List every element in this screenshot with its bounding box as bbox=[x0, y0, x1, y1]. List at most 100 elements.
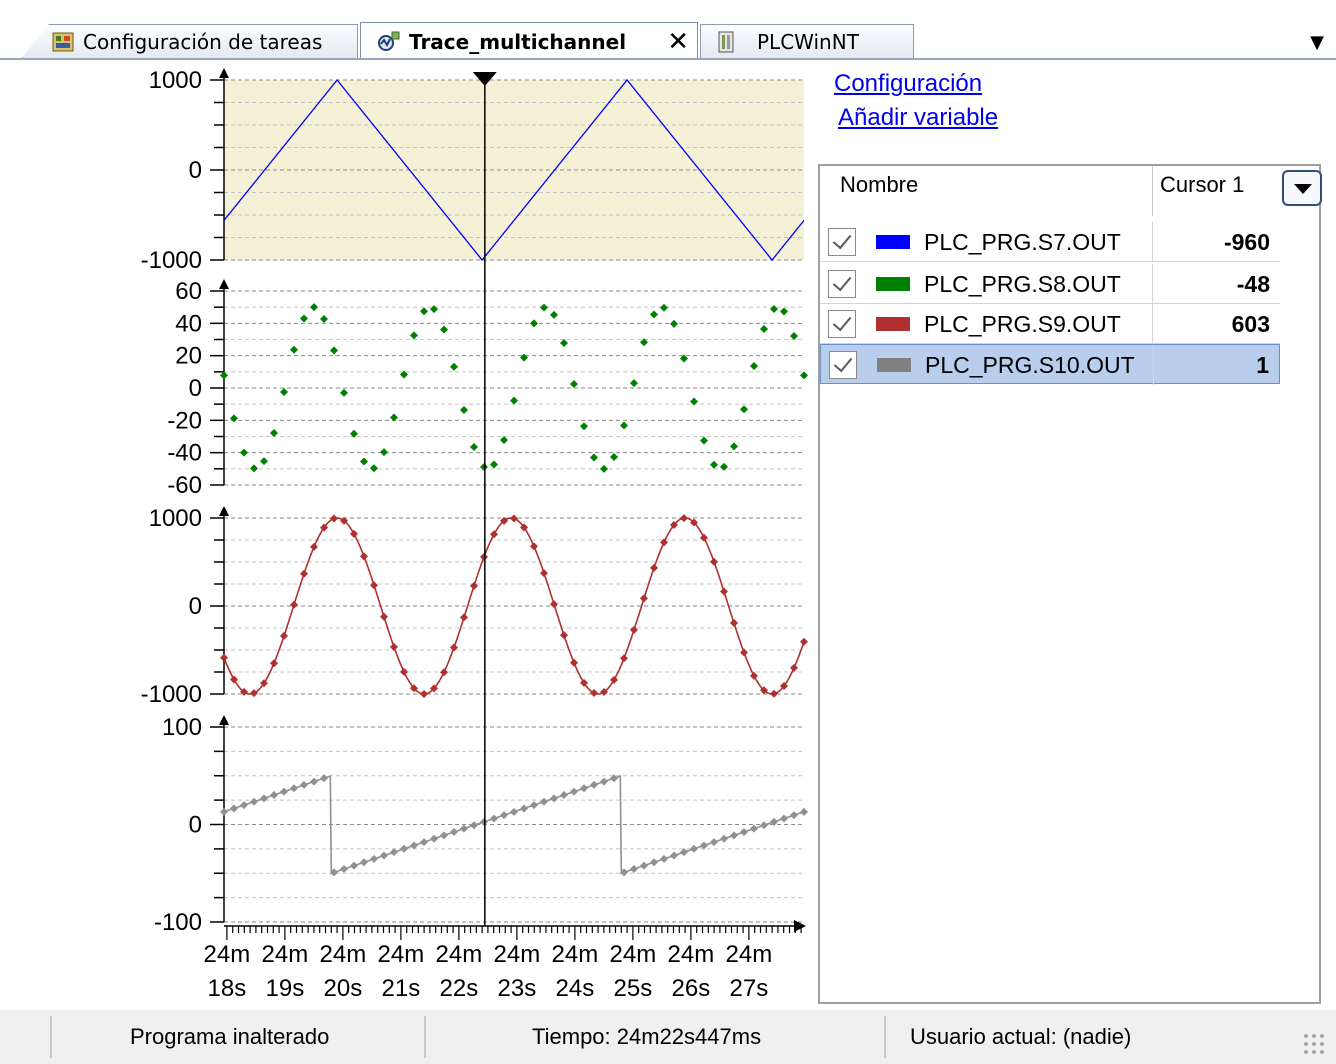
variable-row[interactable]: PLC_PRG.S7.OUT -960 bbox=[820, 222, 1280, 262]
data-point bbox=[560, 631, 568, 640]
series-color-swatch bbox=[876, 317, 910, 331]
data-point bbox=[640, 861, 648, 870]
data-point bbox=[710, 557, 718, 566]
data-point bbox=[360, 552, 368, 561]
tab-configuracion-tareas[interactable]: Configuración de tareas bbox=[22, 24, 358, 58]
column-header-cursor[interactable]: Cursor 1 bbox=[1160, 172, 1244, 198]
data-point bbox=[780, 814, 788, 823]
column-header-name[interactable]: Nombre bbox=[840, 172, 918, 198]
data-point bbox=[660, 303, 668, 312]
x-tick-label: 24s bbox=[556, 975, 595, 1002]
data-point bbox=[510, 514, 518, 523]
variable-visible-checkbox[interactable] bbox=[829, 351, 857, 379]
data-point bbox=[270, 791, 278, 800]
y-tick-label: -40 bbox=[167, 440, 202, 467]
close-tab-icon[interactable]: ✕ bbox=[667, 27, 689, 57]
trace-chart[interactable]: 10000-10006040200-20-40-6010000-10001000… bbox=[0, 60, 814, 1010]
data-point bbox=[230, 675, 238, 684]
program-status: Programa inalterado bbox=[130, 1024, 330, 1049]
data-point bbox=[270, 428, 278, 437]
data-point bbox=[530, 319, 538, 328]
data-point bbox=[400, 667, 408, 676]
data-point bbox=[650, 858, 658, 867]
y-axis-arrow bbox=[219, 506, 229, 516]
data-point bbox=[250, 689, 258, 698]
variable-visible-checkbox[interactable] bbox=[828, 310, 856, 338]
data-point bbox=[400, 844, 408, 853]
data-point bbox=[490, 814, 498, 823]
cursor-value: 603 bbox=[1231, 311, 1270, 337]
data-point bbox=[520, 353, 528, 362]
resize-grip-icon[interactable] bbox=[1302, 1032, 1328, 1058]
data-point bbox=[650, 563, 658, 572]
status-bar: Programa inalterado Tiempo: 24m22s447ms … bbox=[0, 1010, 1336, 1064]
data-point bbox=[450, 827, 458, 836]
y-axis-arrow bbox=[219, 715, 229, 725]
x-tick-label: 24m bbox=[552, 941, 599, 968]
data-point bbox=[240, 448, 248, 457]
trace-time-status: Tiempo: 24m22s447ms bbox=[532, 1024, 762, 1049]
data-point bbox=[330, 514, 338, 523]
data-point bbox=[290, 600, 298, 609]
data-point bbox=[340, 864, 348, 873]
tab-trace-multichannel[interactable]: Trace_multichannel ✕ bbox=[360, 22, 698, 60]
data-point bbox=[490, 530, 498, 539]
tab-overflow-dropdown-icon[interactable]: ▼ bbox=[1310, 32, 1324, 53]
data-point bbox=[780, 307, 788, 316]
data-point bbox=[750, 824, 758, 833]
y-tick-label: 60 bbox=[175, 278, 202, 305]
data-point bbox=[600, 777, 608, 786]
data-point bbox=[560, 791, 568, 800]
data-point bbox=[320, 774, 328, 783]
series-color-swatch bbox=[877, 358, 911, 372]
data-point bbox=[380, 851, 388, 860]
y-axis-arrow bbox=[219, 68, 229, 78]
data-point bbox=[550, 794, 558, 803]
data-point bbox=[570, 380, 578, 389]
y-tick-label: 0 bbox=[189, 593, 202, 620]
data-point bbox=[470, 581, 478, 590]
variable-name: PLC_PRG.S9.OUT bbox=[924, 311, 1121, 337]
data-point bbox=[300, 780, 308, 789]
current-user-status: Usuario actual: (nadie) bbox=[910, 1024, 1132, 1049]
editor-tab-bar: Configuración de tareas Trace_multichann… bbox=[0, 0, 1336, 60]
data-point bbox=[360, 457, 368, 466]
row-divider bbox=[820, 261, 1280, 262]
status-divider bbox=[424, 1016, 426, 1058]
configuration-link[interactable]: Configuración bbox=[834, 70, 982, 98]
data-point bbox=[610, 675, 618, 684]
data-point bbox=[460, 824, 468, 833]
data-point bbox=[770, 304, 778, 313]
y-tick-label: -60 bbox=[167, 472, 202, 499]
data-point bbox=[800, 807, 808, 816]
task-config-icon bbox=[52, 32, 74, 51]
x-tick-label: 18s bbox=[208, 975, 247, 1002]
data-point bbox=[430, 305, 438, 314]
x-tick-label: 24m bbox=[378, 941, 425, 968]
columns-dropdown-button[interactable] bbox=[1282, 170, 1322, 206]
variable-visible-checkbox[interactable] bbox=[828, 270, 856, 298]
data-point bbox=[370, 464, 378, 473]
data-point bbox=[430, 834, 438, 843]
column-separator bbox=[1152, 264, 1153, 304]
data-point bbox=[410, 331, 418, 340]
x-tick-label: 23s bbox=[498, 975, 537, 1002]
data-point bbox=[240, 801, 248, 810]
variable-visible-checkbox[interactable] bbox=[828, 228, 856, 256]
data-point bbox=[440, 668, 448, 677]
tab-plcwinnt[interactable]: PLCWinNT bbox=[700, 24, 914, 58]
variable-row[interactable]: PLC_PRG.S9.OUT 603 bbox=[820, 304, 1280, 344]
y-tick-label: 20 bbox=[175, 343, 202, 370]
cursor-value: -48 bbox=[1236, 271, 1270, 297]
tab-label: Configuración de tareas bbox=[83, 29, 323, 54]
trace-chart-area[interactable]: 1000 0 -1000 60 40 20 0 -20 -40 -60 1000 0 -1000 100 0… bbox=[0, 60, 814, 1010]
variable-row-selected[interactable]: PLC_PRG.S10.OUT 1 bbox=[820, 344, 1280, 385]
add-variable-link[interactable]: Añadir variable bbox=[838, 104, 998, 132]
x-tick-label: 24m bbox=[610, 941, 657, 968]
x-tick-label: 24m bbox=[726, 941, 773, 968]
data-point bbox=[280, 631, 288, 640]
data-point bbox=[280, 387, 288, 396]
variable-row[interactable]: PLC_PRG.S8.OUT -48 bbox=[820, 264, 1280, 304]
data-point bbox=[460, 406, 468, 415]
data-point bbox=[670, 851, 678, 860]
